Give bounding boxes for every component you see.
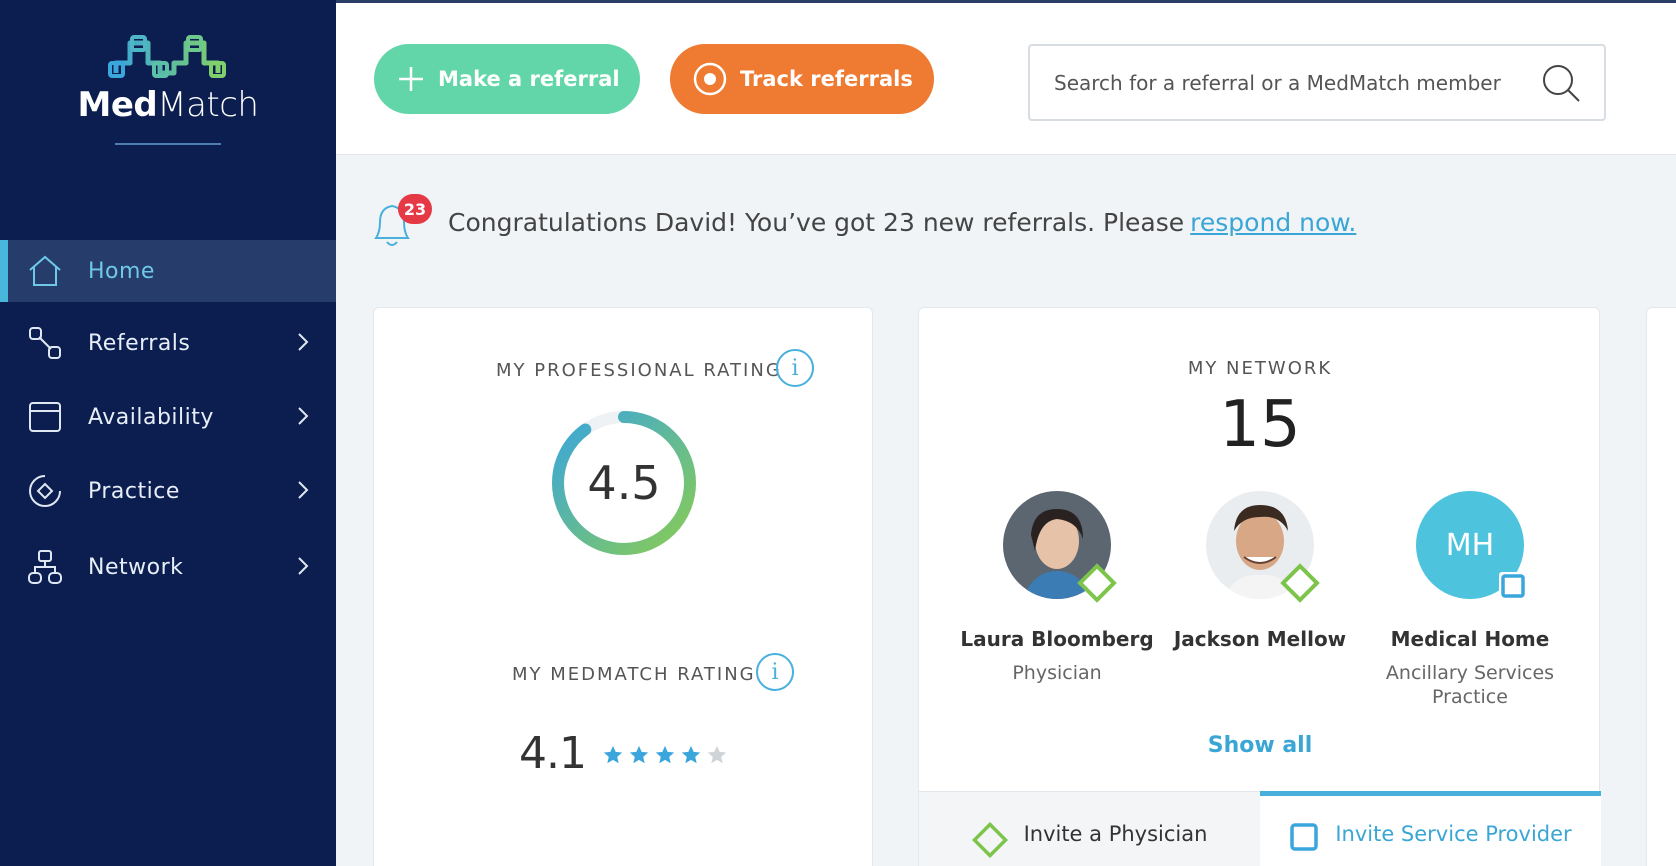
respond-now-link[interactable]: respond now.: [1190, 208, 1356, 237]
network-card: MY NETWORK 15 Laura Bloomberg Physician …: [918, 307, 1601, 866]
notification-text: Congratulations David! You’ve got 23 new…: [448, 207, 1185, 237]
logo-divider: [115, 143, 221, 145]
member-role: Physician: [1012, 662, 1102, 684]
member-role: Ancillary Services Practice: [1370, 661, 1570, 709]
info-icon[interactable]: i: [756, 653, 794, 691]
sidebar-item-network[interactable]: Network: [0, 536, 336, 598]
sidebar-item-label: Referrals: [88, 330, 191, 356]
calendar-icon: [26, 398, 64, 436]
sidebar-item-label: Home: [88, 258, 155, 284]
info-icon[interactable]: i: [776, 349, 814, 387]
referrals-icon: [26, 324, 64, 362]
member-role-line: Ancillary Services: [1385, 662, 1555, 684]
network-member[interactable]: Jackson Mellow: [1160, 491, 1360, 661]
network-member[interactable]: Laura Bloomberg Physician: [957, 491, 1157, 685]
medmatch-logo[interactable]: MedMatch: [0, 33, 336, 145]
star-icon: [629, 745, 649, 764]
sidebar-item-referrals[interactable]: Referrals: [0, 312, 336, 374]
square-icon: [1290, 823, 1319, 851]
avatar: [1003, 491, 1117, 603]
sidebar-item-label: Network: [88, 554, 184, 580]
medmatch-rating-value: 4.1: [519, 728, 587, 779]
notification-count-badge: 23: [398, 194, 432, 224]
star-rating: [602, 744, 728, 766]
physician-diamond-icon: [1280, 563, 1320, 603]
chevron-right-icon: [298, 557, 309, 575]
search-box[interactable]: [1028, 44, 1606, 121]
diamond-icon: [971, 822, 1008, 858]
member-name: Laura Bloomberg: [960, 627, 1154, 651]
top-header: Make a referral Track referrals: [336, 0, 1676, 155]
avatar: MH: [1416, 491, 1527, 600]
professional-rating-value: 4.5: [587, 456, 661, 510]
chevron-right-icon: [298, 407, 309, 425]
sidebar-item-home[interactable]: Home: [0, 240, 336, 302]
tab-invite-service-provider[interactable]: Invite Service Provider: [1260, 791, 1601, 866]
sidebar-nav: Home Referrals Availability Practice Net…: [0, 240, 336, 598]
search-icon[interactable]: [1540, 62, 1582, 104]
notification-message: Congratulations David! You’ve got 23 new…: [448, 208, 1356, 237]
home-icon: [26, 252, 64, 290]
service-provider-square-icon: [1499, 572, 1527, 600]
network-member[interactable]: MH Medical Home Ancillary Services Pract…: [1370, 491, 1570, 709]
sidebar-item-availability[interactable]: Availability: [0, 386, 336, 448]
chevron-right-icon: [298, 481, 309, 499]
brand-prefix: Med: [77, 85, 158, 125]
sidebar-item-label: Availability: [88, 404, 214, 430]
sidebar: MedMatch Home Referrals Availability Pra…: [0, 0, 336, 866]
referral-notification: 23 Congratulations David! You’ve got 23 …: [370, 192, 1356, 252]
chevron-right-icon: [298, 333, 309, 351]
track-referrals-button[interactable]: Track referrals: [670, 44, 934, 114]
make-referral-button[interactable]: Make a referral: [374, 44, 640, 114]
brand-name: MedMatch: [0, 85, 336, 125]
rating-card: MY PROFESSIONAL RATING i 4.5 MY MEDMATCH…: [373, 307, 873, 866]
make-referral-label: Make a referral: [438, 67, 620, 91]
professional-rating-title: MY PROFESSIONAL RATING: [496, 360, 782, 381]
network-count: 15: [1219, 388, 1301, 462]
notification-bell[interactable]: 23: [370, 192, 432, 252]
avatar-initials: MH: [1445, 527, 1495, 563]
search-input[interactable]: [1054, 70, 1524, 95]
practice-icon: [26, 472, 64, 510]
avatar: [1206, 491, 1320, 603]
plus-icon: [399, 67, 423, 91]
sidebar-item-label: Practice: [88, 478, 180, 504]
star-icon: [655, 745, 675, 764]
track-referrals-label: Track referrals: [740, 67, 913, 91]
network-icon: [26, 548, 64, 586]
medmatch-rating-title: MY MEDMATCH RATING: [512, 664, 756, 685]
star-icon: [681, 745, 701, 764]
tab-label: Invite a Physician: [1023, 822, 1208, 846]
member-name: Medical Home: [1390, 627, 1550, 651]
star-icon: [603, 745, 623, 764]
star-icon: [707, 745, 727, 764]
member-role-line: Practice: [1432, 686, 1508, 708]
brand-suffix: Match: [157, 85, 259, 125]
tab-invite-physician[interactable]: Invite a Physician: [919, 791, 1260, 866]
network-title: MY NETWORK: [1187, 358, 1333, 379]
target-icon: [693, 62, 727, 96]
show-all-link[interactable]: Show all: [919, 733, 1601, 758]
sidebar-item-practice[interactable]: Practice: [0, 460, 336, 522]
logo-mark-icon: [108, 35, 226, 78]
member-name: Jackson Mellow: [1173, 627, 1347, 651]
invite-tabs: Invite a Physician Invite Service Provid…: [919, 791, 1601, 866]
physician-diamond-icon: [1077, 563, 1117, 603]
next-card-edge: [1646, 307, 1676, 866]
tab-label: Invite Service Provider: [1335, 822, 1572, 846]
